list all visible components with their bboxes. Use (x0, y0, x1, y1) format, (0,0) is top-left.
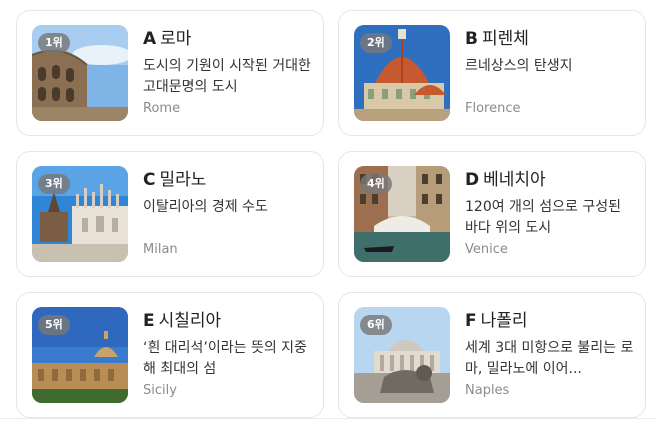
sicily-photo: 5위 (32, 307, 128, 403)
destination-description: 도시의 기원이 시작된 거대한 고대문명의 도시 (143, 58, 311, 95)
rome-photo: 1위 (32, 25, 128, 121)
destination-card-milan[interactable]: 3위 C 밀라노 이탈리아의 경제 수도 Milan (16, 151, 324, 277)
venice-photo: 4위 (354, 166, 450, 262)
rank-badge: 4위 (360, 174, 392, 194)
destination-name: E 시칠리아 (143, 311, 222, 331)
destination-english-name: Milan (143, 242, 178, 257)
destination-description: 르네상스의 탄생지 (465, 58, 573, 74)
destination-name: B 피렌체 (465, 29, 529, 49)
destination-description: ‘흰 대리석’이라는 뜻의 지중해 최대의 섬 (143, 340, 307, 377)
rank-badge: 3위 (38, 174, 70, 194)
destination-english-name: Venice (465, 242, 508, 257)
destination-description: 세계 3대 미항으로 불리는 로마, 밀라노에 이어... (465, 340, 634, 377)
destination-description: 120여 개의 섬으로 구성된 바다 위의 도시 (465, 199, 621, 236)
destination-english-name: Florence (465, 101, 521, 116)
destination-description: 이탈리아의 경제 수도 (143, 199, 268, 215)
naples-photo: 6위 (354, 307, 450, 403)
destination-card-sicily[interactable]: 5위 E 시칠리아 ‘흰 대리석’이라는 뜻의 지중해 최대의 섬 Sicily (16, 292, 324, 418)
rank-badge: 2위 (360, 33, 392, 53)
section-divider (0, 418, 656, 419)
milan-photo: 3위 (32, 166, 128, 262)
destination-name: C 밀라노 (143, 170, 207, 190)
destination-name: A 로마 (143, 29, 192, 49)
destination-english-name: Rome (143, 101, 181, 116)
florence-photo: 2위 (354, 25, 450, 121)
rank-badge: 6위 (360, 315, 392, 335)
destination-english-name: Naples (465, 383, 510, 398)
destination-card-rome[interactable]: 1위 A 로마 도시의 기원이 시작된 거대한 고대문명의 도시 Rome (16, 10, 324, 136)
destination-english-name: Sicily (143, 383, 177, 398)
rank-badge: 5위 (38, 315, 70, 335)
destination-name: D 베네치아 (465, 170, 546, 190)
destination-name: F 나폴리 (465, 311, 528, 331)
destination-card-venice[interactable]: 4위 D 베네치아 120여 개의 섬으로 구성된 바다 위의 도시 Venice (338, 151, 646, 277)
destination-card-florence[interactable]: 2위 B 피렌체 르네상스의 탄생지 Florence (338, 10, 646, 136)
destination-card-naples[interactable]: 6위 F 나폴리 세계 3대 미항으로 불리는 로마, 밀라노에 이어... Na… (338, 292, 646, 418)
rank-badge: 1위 (38, 33, 70, 53)
